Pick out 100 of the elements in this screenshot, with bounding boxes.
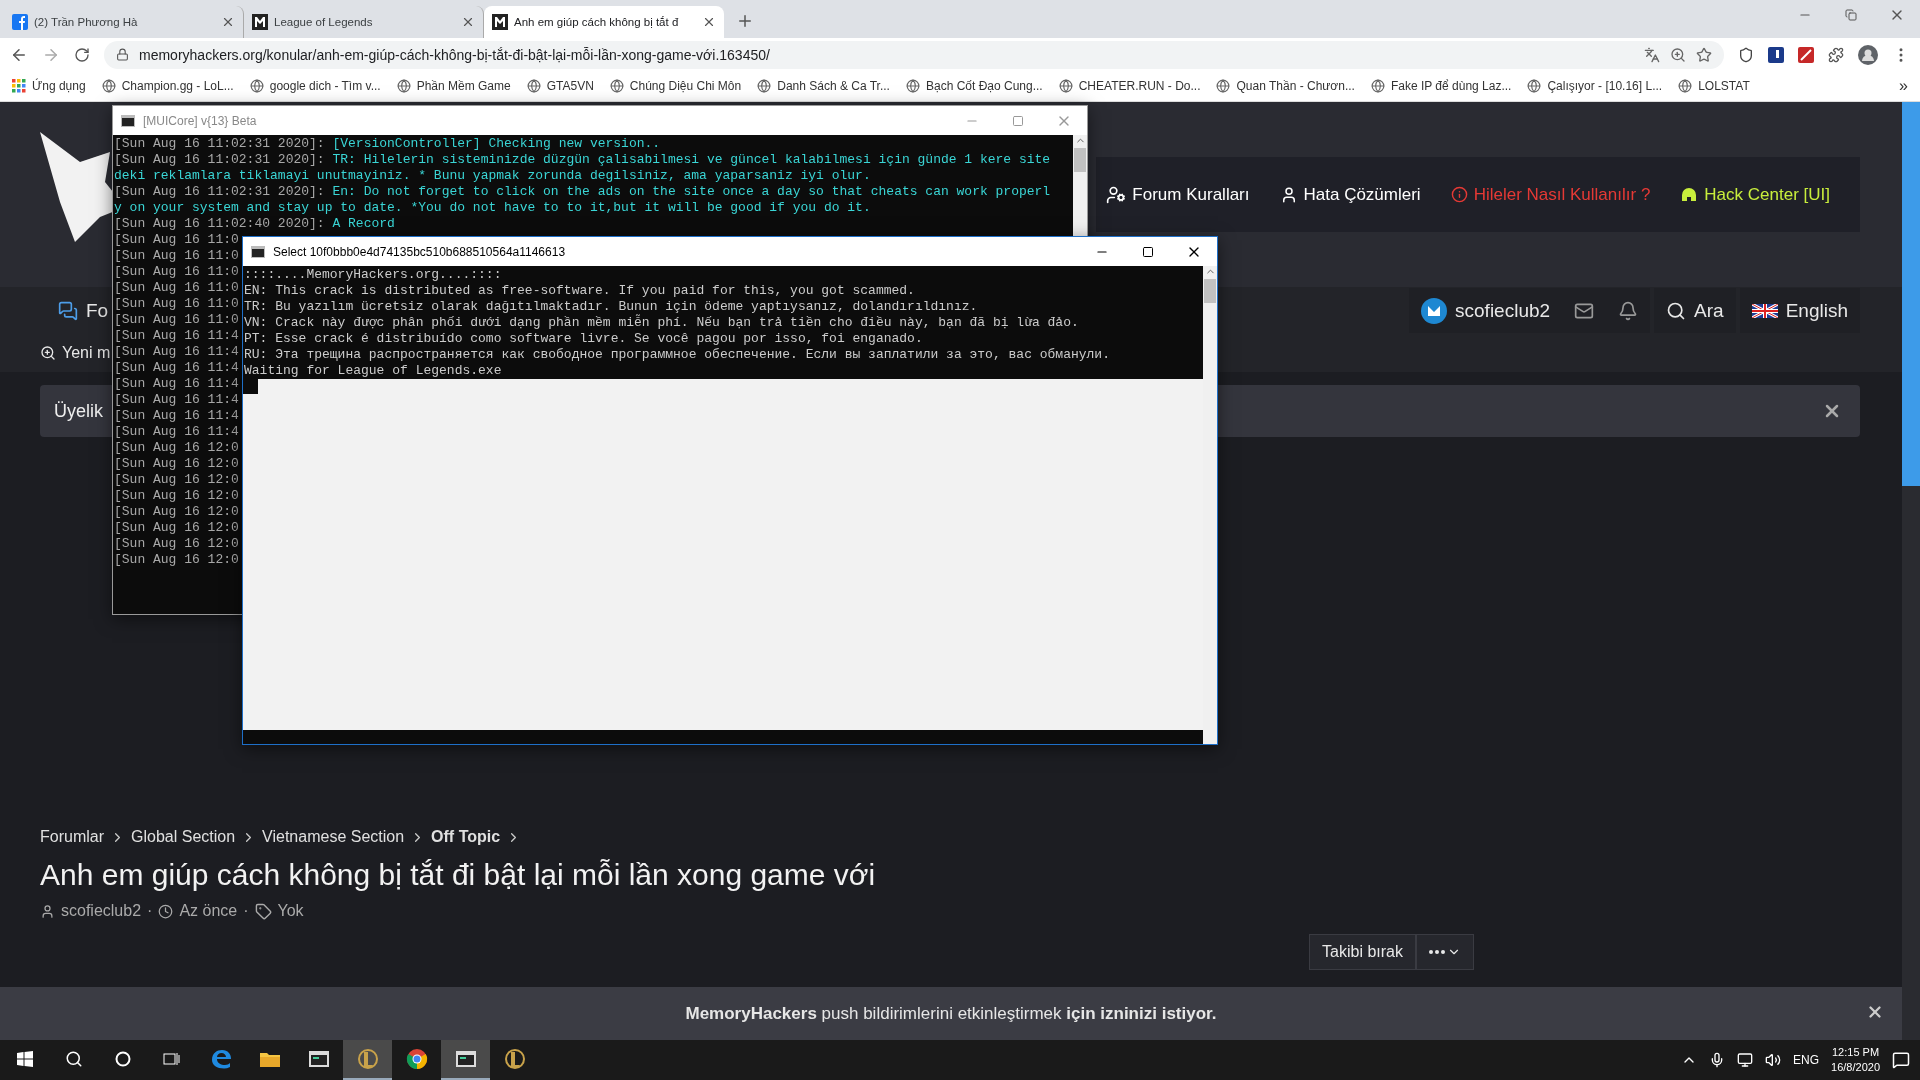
browser-tab[interactable]: Anh em giúp cách không bị tắt đ [484, 6, 724, 38]
ellipsis-icon [1429, 950, 1445, 954]
log-line: ::::....MemoryHackers.org....:::: [244, 267, 502, 283]
input-language[interactable]: ENG [1793, 1053, 1820, 1067]
address-bar[interactable]: memoryhackers.org/konular/anh-em-giúp-cách-không-bị-tắt-đi-bật-lại-mỗi-lần-xong-game-với.163450/ [104, 40, 1724, 69]
clock[interactable]: 12:15 PM 16/8/2020 [1831, 1045, 1880, 1075]
bookmark[interactable]: Champion.gg - LoL... [101, 79, 234, 93]
nav-link[interactable]: Hack Center [UI] [1680, 184, 1830, 205]
log-line: RU: Эта трещина распространяется как свободное программное обеспечение. Если вы заплатили за это, вас обманули. [244, 347, 1110, 363]
console-window-icon [454, 1050, 477, 1068]
forum-favicon-icon [492, 14, 508, 30]
restore-icon [1845, 9, 1857, 21]
nav-link[interactable]: Hileler Nasıl Kullanılır ? [1450, 184, 1651, 205]
more-bookmarks[interactable]: » [1899, 77, 1908, 95]
breadcrumb-link[interactable]: Vietnamese Section [262, 828, 405, 846]
windows-logo-icon [16, 1051, 33, 1067]
avatar-icon [1421, 297, 1448, 324]
reload-icon[interactable] [74, 46, 90, 63]
breadcrumb-link[interactable]: Global Section [131, 828, 236, 846]
search-button[interactable]: Ara [1654, 288, 1736, 333]
close-button[interactable] [1866, 1003, 1884, 1021]
edge-icon [209, 1048, 232, 1070]
forum-favicon-icon [252, 14, 268, 30]
log-line: [Sun Aug 16 11:4 [114, 328, 239, 344]
forums-tab[interactable]: Fo [58, 299, 109, 322]
zoom-icon[interactable] [1670, 46, 1686, 63]
folder-icon [258, 1050, 281, 1068]
scrollbar[interactable] [1902, 102, 1920, 1040]
globe-icon [249, 79, 264, 93]
extension-icon[interactable] [1798, 46, 1814, 63]
log-line: PT: Esse crack é distribuído como software livre. Se você pagou por isso, foi enganado. [244, 331, 923, 347]
extensions-icon[interactable] [1828, 46, 1844, 63]
chrome-icon [405, 1048, 428, 1070]
breadcrumb-link[interactable]: Forumlar [40, 828, 104, 846]
close-icon[interactable] [702, 15, 716, 29]
bookmark[interactable]: CHEATER.RUN - Do... [1058, 79, 1201, 93]
unfollow-button[interactable]: Takibi bırak [1309, 934, 1416, 970]
bookmark[interactable]: Chúng Diệu Chi Môn [609, 79, 742, 93]
console-scrollbar[interactable] [1203, 266, 1217, 744]
globe-icon [757, 79, 772, 93]
log-line: [Sun Aug 16 12:0 [114, 504, 239, 520]
nav-link[interactable]: Forum Kuralları [1106, 184, 1250, 205]
scrollbar-thumb[interactable] [1204, 279, 1216, 303]
globe-icon [905, 79, 920, 93]
log-line: [Sun Aug 16 12:0 [114, 488, 239, 504]
helmet-icon [1680, 185, 1699, 204]
notifications-icon[interactable] [1892, 1051, 1910, 1069]
log-line: [Sun Aug 16 11:4 [114, 360, 239, 376]
apps-bookmark[interactable]: Ứng dụng [12, 79, 86, 93]
flag-icon [1751, 303, 1778, 318]
log-line: [Sun Aug 16 12:0 [114, 472, 239, 488]
more-options-button[interactable] [1416, 934, 1474, 970]
shield-icon[interactable] [1738, 46, 1754, 63]
breadcrumb-link[interactable]: Off Topic [431, 828, 501, 846]
bell-icon [1618, 300, 1639, 321]
bookmark[interactable]: GTA5VN [526, 79, 594, 93]
volume-icon[interactable] [1765, 1052, 1782, 1068]
scrollbar-thumb[interactable] [1074, 148, 1086, 172]
globe-icon [396, 79, 411, 93]
log-line: [Sun Aug 16 12:0 [114, 456, 239, 472]
taskbar-app[interactable] [441, 1040, 490, 1080]
apps-grid-icon [12, 79, 26, 93]
log-line: [Sun Aug 16 11:0 [114, 296, 239, 312]
log-line: [Sun Aug 16 11:02:31 2020]: TR: Hilelerin sisteminizde düzgün çalisabilmesi ve güncel kalabilmesi için günde 1 kere sitedeki reklamlara tiklamayi unutmayiniz. * Bunu yapmak zorunda degilsiniz, ama yaparsaniz iyi olur. [114, 152, 1051, 184]
notice-text: Üyelik [54, 400, 103, 422]
log-line: EN: This crack is distributed as free-software. If you paid for this, you got scammed. [244, 283, 915, 299]
log-line: [Sun Aug 16 12:0 [114, 520, 239, 536]
scrollbar-thumb[interactable] [1902, 102, 1920, 486]
thread-tags: Yok [277, 902, 304, 920]
bookmark[interactable]: Danh Sách & Ca Tr... [757, 79, 890, 93]
extension-icon[interactable] [1768, 46, 1784, 63]
log-line: [Sun Aug 16 11:0 [114, 280, 239, 296]
tab-title: (2) Trần Phương Hà [34, 16, 139, 28]
thread-author: scofieclub2 [61, 902, 142, 920]
info-icon [1450, 186, 1468, 203]
push-message: MemoryHackers push bildirimlerini etkinleştirmek için izninizi istiyor. [685, 1003, 1217, 1024]
bookmark[interactable]: Fake IP để dùng Laz... [1370, 79, 1512, 93]
close-icon[interactable] [461, 15, 475, 29]
new-tab-icon[interactable] [736, 12, 754, 30]
language-button[interactable]: English [1739, 288, 1860, 333]
globe-icon [1527, 79, 1542, 93]
globe-icon [609, 79, 624, 93]
bookmark[interactable]: Bạch Cốt Đạo Cung... [905, 79, 1043, 93]
bookmark[interactable]: Phần Mềm Game [396, 79, 511, 93]
thread-time: Az önce [179, 902, 238, 920]
bookmark[interactable]: google dich - Tìm v... [249, 79, 381, 93]
bookmark[interactable]: LOLSTAT [1678, 79, 1750, 93]
close-icon[interactable] [221, 15, 235, 29]
lock-icon [116, 48, 129, 61]
log-line: [Sun Aug 16 11:02:31 2020]: En: Do not forget to click on the ads on the site once a day so that cheats can work properly on your system and stay up to date. *You do not have to to it,but it will be good if you do it. [114, 184, 1051, 216]
bookmark[interactable]: Çalışıyor - [10.16] L... [1527, 79, 1663, 93]
nav-link[interactable]: Hata Çözümleri [1279, 184, 1421, 205]
network-icon[interactable] [1737, 1052, 1754, 1068]
bookmark[interactable]: Quan Thần - Chươn... [1216, 79, 1355, 93]
log-line: [Sun Aug 16 11:4 [114, 424, 239, 440]
translate-icon[interactable] [1644, 46, 1660, 63]
profile-avatar-icon[interactable] [1858, 44, 1878, 65]
new-posts-link[interactable]: Yeni m [40, 334, 111, 372]
log-line: TR: Bu yazılım ücretsiz olarak dağıtılmaktadır. Bunun için ödeme yaptıysanız, dolandırıldınız. [244, 299, 978, 314]
star-icon[interactable] [1696, 46, 1712, 63]
